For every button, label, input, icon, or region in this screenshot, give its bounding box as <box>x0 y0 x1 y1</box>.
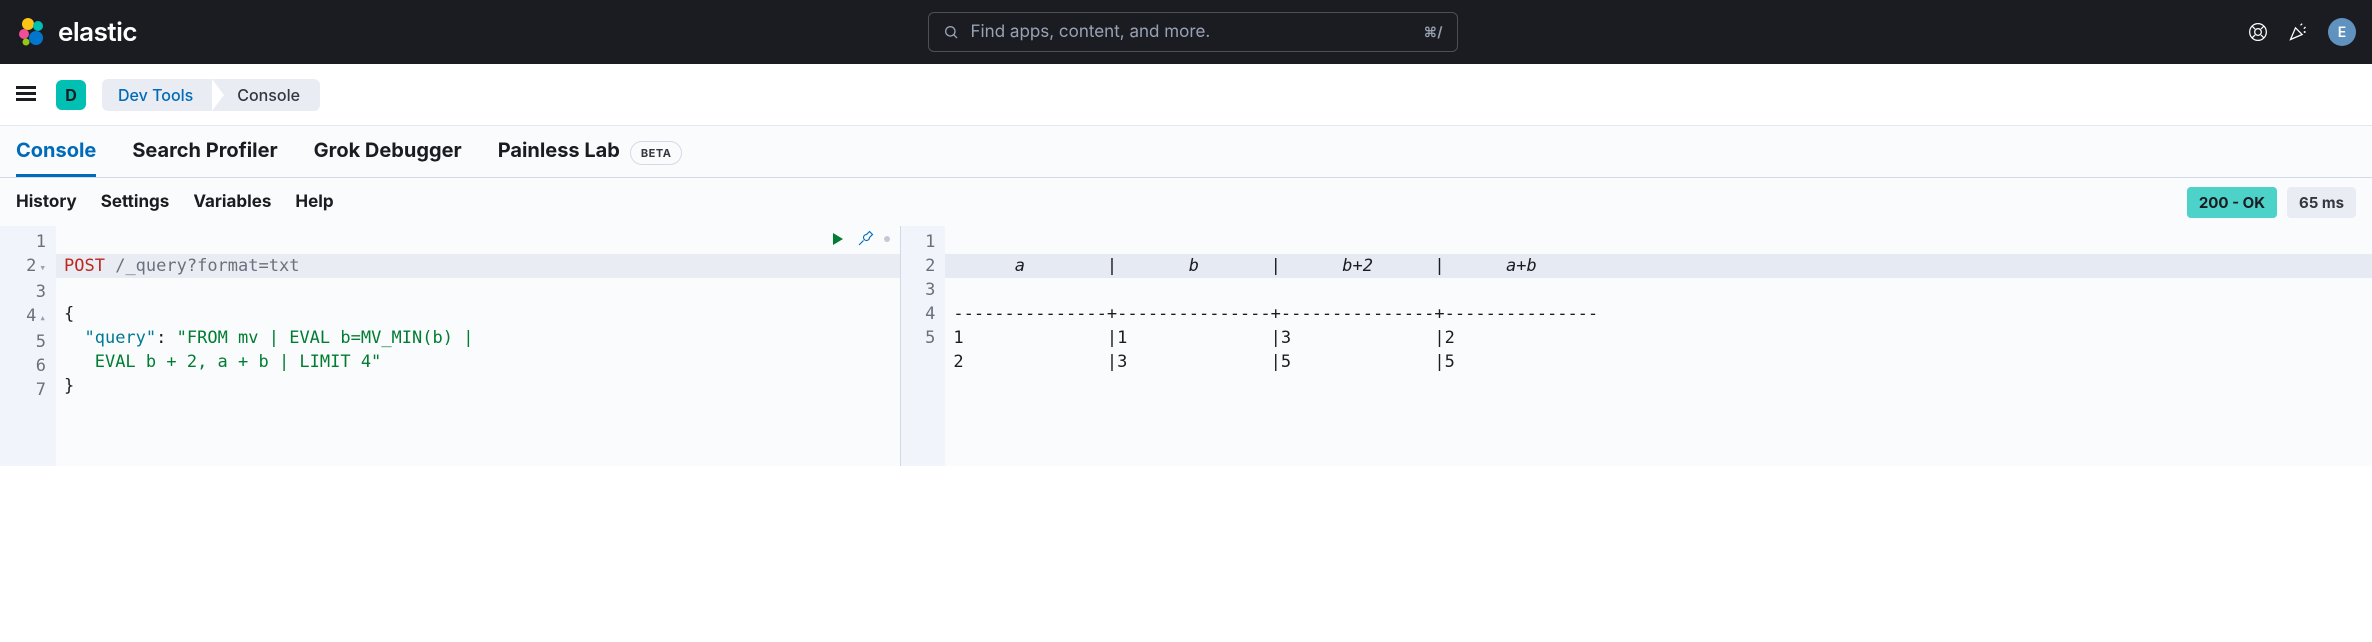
tab-grok-debugger[interactable]: Grok Debugger <box>314 138 462 177</box>
toolbar-right: 200 - OK 65 ms <box>2187 187 2356 218</box>
search-placeholder: Find apps, content, and more. <box>971 22 1412 42</box>
search-shortcut: ⌘/ <box>1424 24 1443 41</box>
response-header-row: a | b | b+2 | a+b <box>945 254 2372 278</box>
global-search[interactable]: Find apps, content, and more. ⌘/ <box>928 12 1458 52</box>
request-code[interactable]: POST /_query?format=txt { "query": "FROM… <box>56 226 900 466</box>
editor-split: 1 2▾ 3 4▴ 5 6 7 POST /_query?format=txt … <box>0 226 2372 466</box>
toolbar-history[interactable]: History <box>16 192 77 212</box>
breadcrumb-bar: D Dev Tools Console <box>0 64 2372 126</box>
response-gutter: 1 2 3 4 5 <box>901 226 945 466</box>
breadcrumb-separator <box>212 79 224 111</box>
http-method: POST <box>64 256 105 276</box>
request-path: /_query?format=txt <box>115 256 299 276</box>
run-request-icon[interactable] <box>830 231 846 247</box>
user-avatar[interactable]: E <box>2328 18 2356 46</box>
response-body[interactable]: a | b | b+2 | a+b ---------------+------… <box>945 226 2372 466</box>
tab-painless-lab[interactable]: Painless Lab <box>498 138 620 177</box>
tab-console[interactable]: Console <box>16 138 96 177</box>
toolbar-settings[interactable]: Settings <box>101 192 170 212</box>
response-separator: ---------------+---------------+--------… <box>953 304 1598 324</box>
toolbar-help[interactable]: Help <box>295 192 333 212</box>
top-header: elastic Find apps, content, and more. ⌘/… <box>0 0 2372 64</box>
response-viewer: 1 2 3 4 5 a | b | b+2 | a+b ------------… <box>901 226 2372 466</box>
response-row: 1 |1 |3 |2 <box>953 328 1598 348</box>
console-toolbar: History Settings Variables Help 200 - OK… <box>0 178 2372 226</box>
request-options-icon[interactable] <box>856 230 874 248</box>
request-gutter: 1 2▾ 3 4▴ 5 6 7 <box>0 226 56 466</box>
tab-painless-lab-wrap: Painless Lab BETA <box>498 138 683 177</box>
line-actions <box>830 230 890 248</box>
search-icon <box>943 24 959 40</box>
toolbar-variables[interactable]: Variables <box>193 192 271 212</box>
elastic-logo-icon <box>16 16 48 48</box>
celebrate-icon[interactable] <box>2288 22 2308 42</box>
toolbar-left: History Settings Variables Help <box>16 192 334 212</box>
search-wrap: Find apps, content, and more. ⌘/ <box>137 12 2248 52</box>
breadcrumbs: Dev Tools Console <box>102 79 320 111</box>
beta-badge: BETA <box>630 141 683 165</box>
tabs-bar: Console Search Profiler Grok Debugger Pa… <box>0 126 2372 178</box>
response-status-badge: 200 - OK <box>2187 187 2277 218</box>
nav-toggle-button[interactable] <box>16 83 40 107</box>
header-right: E <box>2248 18 2356 46</box>
help-icon[interactable] <box>2248 22 2268 42</box>
tab-search-profiler[interactable]: Search Profiler <box>132 138 277 177</box>
request-editor[interactable]: 1 2▾ 3 4▴ 5 6 7 POST /_query?format=txt … <box>0 226 901 466</box>
breadcrumb-devtools[interactable]: Dev Tools <box>102 79 213 111</box>
response-time-badge: 65 ms <box>2287 187 2356 218</box>
app-badge[interactable]: D <box>56 80 86 110</box>
response-row: 2 |3 |5 |5 <box>953 352 1598 372</box>
logo-area[interactable]: elastic <box>16 16 137 48</box>
brand-name: elastic <box>58 17 137 48</box>
breadcrumb-console[interactable]: Console <box>213 79 320 111</box>
more-icon[interactable] <box>884 236 890 242</box>
